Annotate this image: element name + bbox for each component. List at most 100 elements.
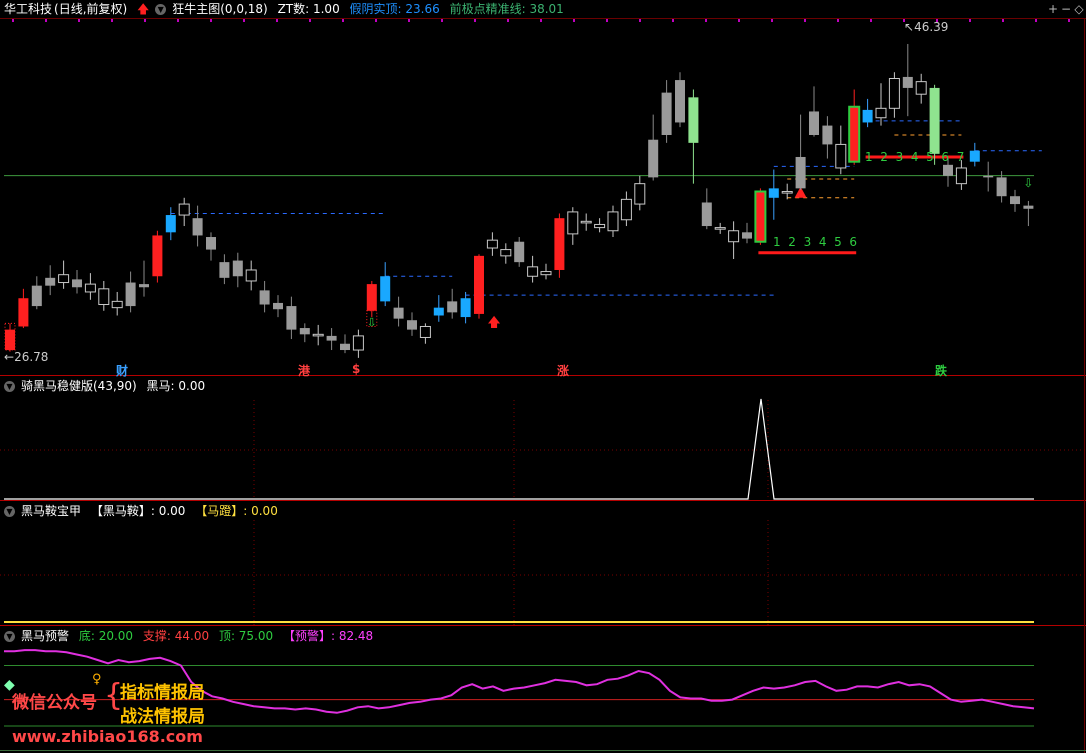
candle-body [474,255,484,314]
candle-body [688,97,699,143]
candle-body [299,328,310,335]
chevron-down-icon[interactable]: ▼ [4,506,15,517]
low-price-label: ←26.78 [4,350,49,364]
candle-body [634,183,646,205]
panel3-top: 顶: 75.00 [218,629,274,643]
candle-body [554,218,565,270]
candle-body [567,211,579,235]
candle-body [486,239,498,249]
candle-body [45,277,56,286]
candle-body [500,249,512,257]
candle-body [915,81,927,95]
candle-body [178,203,190,216]
time-tick [1068,19,1070,22]
panel3-header: ▼ 黑马预警 底: 20.00 支撑: 44.00 顶: 75.00 【预警】: … [4,627,379,645]
time-tick [243,19,245,22]
candle-body [326,335,337,341]
time-tick [144,19,146,22]
candle-body [84,283,96,293]
watermark-line1: 指标情报局 [120,683,205,703]
candle-body [31,285,42,307]
panel2-indicator-name[interactable]: 黑马鞍宝甲 [21,504,81,518]
candle-body [1010,196,1020,205]
candle-body [742,232,752,239]
candle-body [460,298,471,318]
panel3-bottom: 底: 20.00 [78,629,134,643]
time-tick [375,19,377,22]
candle-body [835,143,847,169]
chevron-down-icon[interactable]: ▼ [4,381,15,392]
candle-body [754,190,767,243]
panel2-header: ▼ 黑马鞍宝甲 【黑马鞍】: 0.00 【马蹬】: 0.00 [4,502,284,520]
time-tick [1002,19,1004,22]
candle-body [983,175,994,178]
person-icon: ♀ [92,672,102,687]
time-tick [111,19,113,22]
time-tick [573,19,575,22]
candle-body [580,220,592,224]
time-tick [738,19,740,22]
chevron-down-icon[interactable]: ▼ [4,631,15,642]
count-sequence-right: 1 2 3 4 5 6 7 [865,150,965,164]
candle-body [620,198,632,221]
candle-body [661,92,672,136]
time-tick [276,19,278,22]
marker-gang: 港 [298,364,311,378]
panel3-support: 支撑: 44.00 [142,629,210,643]
candle-body [902,76,913,88]
candle-body [18,298,29,327]
panel2-stirrup: 【马蹬】: 0.00 [195,504,278,518]
candle-body [728,230,740,243]
candle-body [245,269,257,282]
marker-die: 跌 [935,364,948,378]
candle-body [809,111,819,136]
watermark-line2: 战法情报局 [120,707,205,727]
wechat-label: 微信公众号 [12,693,97,713]
time-tick [408,19,410,22]
time-tick [672,19,674,22]
time-tick [309,19,311,22]
candle-body [514,241,525,263]
candle-body [352,335,364,351]
time-tick [441,19,443,22]
candle-body [607,211,619,232]
candle-body [419,325,431,338]
candle-body [540,271,552,276]
panel3-alert: 【预警】: 82.48 [282,629,374,643]
time-tick [1035,19,1037,22]
candle-body [125,282,136,307]
candle-body [139,284,149,288]
candle-body [527,266,539,277]
candle-body [943,164,953,176]
panel2-saddle: 【黑马鞍】: 0.00 [90,504,186,518]
candle-body [648,139,659,178]
candle-body [393,307,404,319]
candle-body [407,320,417,330]
panel3-indicator-name[interactable]: 黑马预警 [21,629,69,643]
candle-body [273,302,283,310]
candle-body [232,260,243,277]
time-tick [177,19,179,22]
candle-body [969,150,980,162]
time-tick [210,19,212,22]
candle-body [701,202,712,227]
candle-body [929,87,940,154]
marker-dollar: $ [352,362,361,376]
panel1-indicator-name[interactable]: 骑黑马稳健版(43,90) [21,379,137,393]
watermark-url: www.zhibiao168.com [12,727,203,746]
candle-body [380,276,391,302]
candle-body [888,78,900,109]
time-tick [771,19,773,22]
time-tick [969,19,971,22]
candle-body [219,262,230,278]
candle-body [433,307,444,316]
candle-body [206,237,216,250]
time-tick [12,19,14,22]
candle-body [72,279,82,288]
candle-body [862,109,873,123]
candle-body [340,343,350,351]
candle-body [286,306,297,330]
time-tick [837,19,839,22]
candle-body [165,215,176,233]
time-tick [78,19,80,22]
